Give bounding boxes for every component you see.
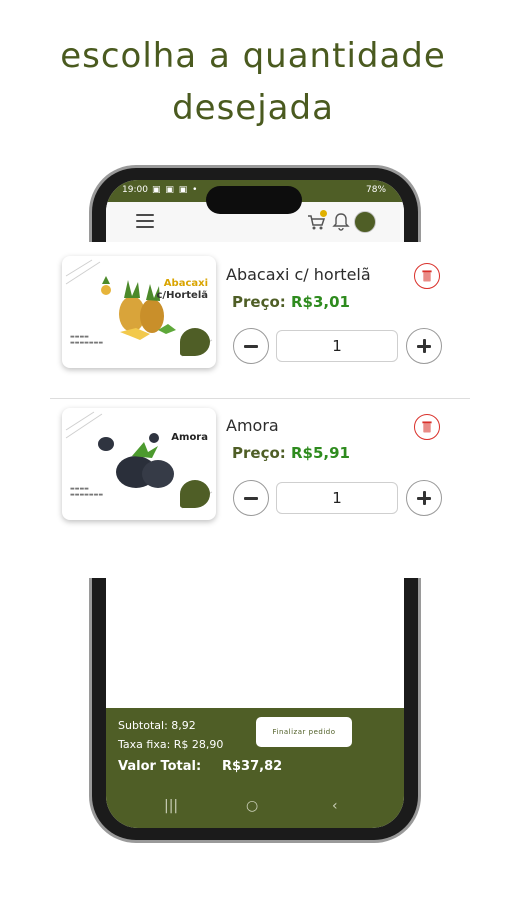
product-name: Abacaxi c/ hortelã [226, 265, 371, 284]
cart-item: Amora ▬▬▬▬ ▬▬▬▬▬▬▬ Amora Preço: R$5,91 1 [50, 406, 470, 552]
product-image: Amora ▬▬▬▬ ▬▬▬▬▬▬▬ [62, 408, 216, 520]
brand-logo [180, 328, 210, 356]
bell-icon[interactable] [332, 212, 350, 232]
android-nav-bar: ||| ○ ‹ [106, 798, 404, 822]
home-icon[interactable]: ○ [246, 798, 258, 814]
quantity-field[interactable]: 1 [276, 330, 398, 362]
menu-icon[interactable] [136, 214, 154, 230]
fixed-fee: Taxa fixa: R$ 28,90 [118, 738, 224, 751]
product-image-fineprint: ▬▬▬▬ ▬▬▬▬▬▬▬ [70, 486, 104, 498]
total-value: R$37,82 [222, 759, 283, 774]
product-price: Preço: R$3,01 [232, 293, 350, 311]
product-name: Amora [226, 416, 279, 435]
cart-list: Abacaxi c/Hortelã ▬▬▬▬ ▬▬▬▬▬▬▬ Abacaxi c/… [50, 242, 470, 578]
recents-icon[interactable]: ||| [164, 798, 178, 814]
product-price: Preço: R$5,91 [232, 444, 350, 462]
delete-item-button[interactable] [414, 414, 440, 440]
increase-quantity-button[interactable] [406, 480, 442, 516]
status-battery: 78% [354, 185, 386, 195]
decrease-quantity-button[interactable] [233, 328, 269, 364]
decrease-quantity-button[interactable] [233, 480, 269, 516]
status-time: 19:00 [122, 185, 148, 195]
quantity-field[interactable]: 1 [276, 482, 398, 514]
cart-item: Abacaxi c/Hortelã ▬▬▬▬ ▬▬▬▬▬▬▬ Abacaxi c/… [50, 242, 470, 388]
product-image-fineprint: ▬▬▬▬ ▬▬▬▬▬▬▬ [70, 334, 104, 346]
delete-item-button[interactable] [414, 263, 440, 289]
minus-icon [244, 345, 258, 348]
order-summary-footer: Subtotal: 8,92 Taxa fixa: R$ 28,90 Valor… [106, 708, 404, 828]
subtotal: Subtotal: 8,92 [118, 719, 196, 732]
item-divider [50, 398, 470, 399]
product-image: Abacaxi c/Hortelã ▬▬▬▬ ▬▬▬▬▬▬▬ [62, 256, 216, 368]
status-icons-left: ▣ ▣ ▣ • [152, 185, 199, 195]
total-label: Valor Total: [118, 759, 202, 774]
headline-line-2: desejada [172, 88, 334, 128]
back-icon[interactable]: ‹ [332, 798, 338, 814]
headline-line-1: escolha a quantidade [60, 36, 446, 76]
headline: escolha a quantidade desejada [0, 30, 506, 134]
product-image-label: Amora [171, 432, 208, 443]
dynamic-island [206, 186, 302, 214]
avatar[interactable] [354, 211, 376, 233]
finalize-order-button[interactable]: Finalizar pedido [256, 717, 352, 747]
minus-icon [244, 497, 258, 500]
brand-logo [180, 480, 210, 508]
product-image-label: Abacaxi c/Hortelã [156, 278, 209, 301]
cart-badge [320, 210, 327, 217]
increase-quantity-button[interactable] [406, 328, 442, 364]
